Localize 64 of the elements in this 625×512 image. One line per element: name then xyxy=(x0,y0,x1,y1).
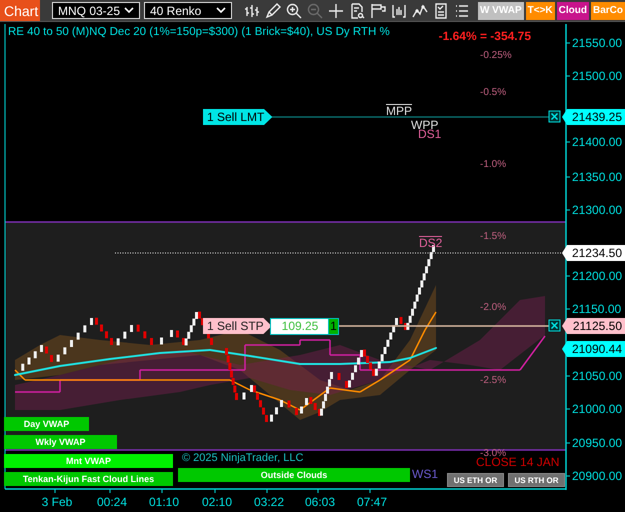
session-button[interactable]: US RTH OR xyxy=(508,473,565,487)
price-axis-label: 20900.00 xyxy=(572,469,622,483)
list-icon[interactable] xyxy=(454,2,470,18)
flag-icon[interactable] xyxy=(370,2,386,18)
profit-loss-text: -1.64% = -354.75 xyxy=(438,29,531,43)
line-chart-icon[interactable] xyxy=(412,2,428,18)
time-axis-label: 01:10 xyxy=(148,495,180,509)
order-label[interactable]: 1 Sell STP xyxy=(203,318,272,334)
chart-menu-button[interactable]: Chart xyxy=(0,0,40,21)
time-axis-label: 07:47 xyxy=(356,495,388,509)
time-axis-label: 03:22 xyxy=(252,495,286,509)
bar-type-dropdown[interactable]: 40 Renko xyxy=(144,2,232,19)
pencil-icon[interactable] xyxy=(264,2,281,18)
level-label: DS2 xyxy=(419,236,442,250)
instrument-dropdown[interactable]: MNQ 03-25 xyxy=(52,2,140,19)
plus-icon[interactable] xyxy=(328,2,344,18)
price-axis-label: 21300.00 xyxy=(572,203,622,217)
toggle-button[interactable]: BarCo xyxy=(590,2,625,20)
percent-level-label: -1.5% xyxy=(480,231,506,242)
bars-icon[interactable] xyxy=(244,2,260,18)
price-axis-label: 21000.00 xyxy=(572,402,622,416)
percent-level-label: -0.25% xyxy=(480,50,512,61)
bracket-bars-icon[interactable] xyxy=(390,2,407,18)
price-marker: 21234.50 xyxy=(562,245,625,261)
percent-level-label: -2.5% xyxy=(480,375,506,386)
toggle-button[interactable]: Cloud xyxy=(556,2,589,20)
level-label: WS1 xyxy=(412,467,438,481)
price-axis-label: 20950.00 xyxy=(572,436,622,450)
close-order-icon[interactable] xyxy=(548,320,560,332)
copyright-text: © 2025 NinjaTrader, LLC xyxy=(182,452,304,464)
price-axis-label: 21050.00 xyxy=(572,369,622,383)
price-axis-label: 21200.00 xyxy=(572,269,622,283)
indicator-button[interactable]: Wkly VWAP xyxy=(4,435,117,449)
price-axis-label: 21500.00 xyxy=(572,69,622,83)
percent-level-label: -0.5% xyxy=(480,87,506,98)
price-marker: 21125.50 xyxy=(562,318,625,334)
price-axis-label: 21550.00 xyxy=(572,36,622,50)
price-axis-label: 21150.00 xyxy=(572,302,622,316)
price-axis-label: 21350.00 xyxy=(572,170,622,184)
time-axis-label: 06:03 xyxy=(304,495,336,509)
caret-icon xyxy=(216,7,226,14)
caret-icon xyxy=(124,7,134,14)
indicator-button[interactable]: Outside Clouds xyxy=(178,468,410,482)
zoom-in-icon[interactable] xyxy=(286,2,302,18)
toggle-button[interactable]: T<>K xyxy=(526,2,555,20)
chart-title: RE 40 to 50 (M)NQ Dec 20 (1%=150p=$300) (1 Brick=$40), US Dy RTH % xyxy=(8,26,390,38)
close-order-icon[interactable] xyxy=(548,110,560,122)
order-profit-text: 109.25 xyxy=(270,318,330,335)
time-axis-label: 3 Feb xyxy=(40,495,74,509)
order-quantity: 1 xyxy=(328,318,339,335)
percent-level-label: -1.0% xyxy=(480,159,506,170)
session-button[interactable]: US ETH OR xyxy=(447,473,504,487)
indicator-button[interactable]: Tenkan-Kijun Fast Cloud Lines xyxy=(4,472,173,486)
price-marker: 21090.44 xyxy=(562,341,625,357)
indicator-button[interactable]: Day VWAP xyxy=(4,417,89,431)
order-label[interactable]: 1 Sell LMT xyxy=(203,109,272,125)
time-axis-label: 02:10 xyxy=(200,495,234,509)
doc-icon[interactable] xyxy=(432,2,449,18)
time-axis-label: 00:24 xyxy=(96,495,128,509)
percent-level-label: -2.0% xyxy=(480,302,506,313)
level-label: MPP xyxy=(386,104,412,118)
price-marker: 21439.25 xyxy=(562,109,625,125)
doc-search-icon[interactable] xyxy=(348,2,365,18)
price-axis-label: 21400.00 xyxy=(572,135,622,149)
